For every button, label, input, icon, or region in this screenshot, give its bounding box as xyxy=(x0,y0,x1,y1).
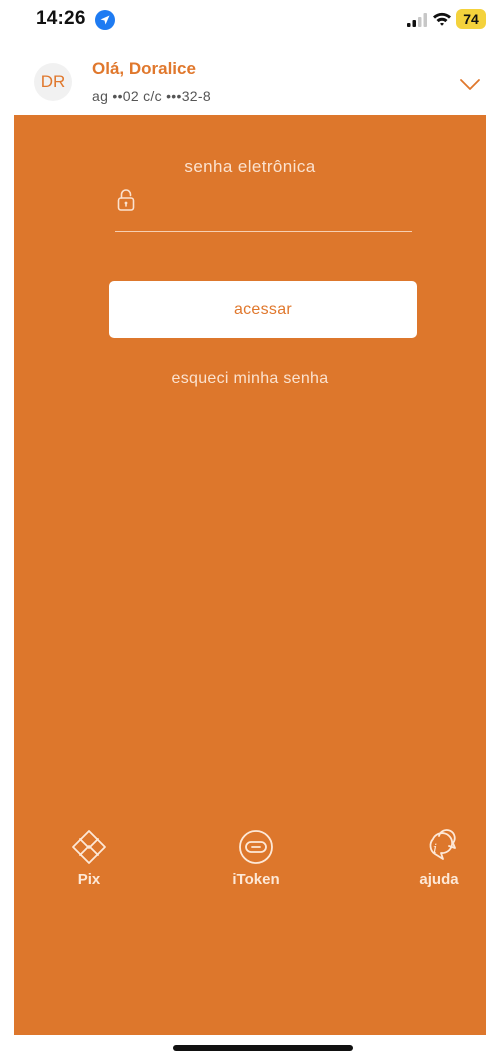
token-icon xyxy=(239,830,273,864)
chat-help-icon: i xyxy=(429,829,456,860)
chevron-down-icon[interactable] xyxy=(459,78,481,92)
itoken-button[interactable]: iToken xyxy=(211,829,301,888)
pix-icon xyxy=(72,830,106,864)
access-button[interactable]: acessar xyxy=(109,281,417,338)
avatar: DR xyxy=(34,63,72,101)
pix-label: Pix xyxy=(77,871,101,888)
account-details: ag ••02 c/c •••32-8 xyxy=(92,88,211,104)
home-indicator xyxy=(173,1045,353,1051)
status-time: 14:26 xyxy=(36,8,86,29)
svg-text:i: i xyxy=(433,842,437,857)
lock-icon xyxy=(117,189,135,211)
account-header[interactable]: DR Olá, Doralice ag ••02 c/c •••32-8 xyxy=(0,50,495,115)
greeting-text: Olá, Doralice xyxy=(92,59,196,78)
pix-button[interactable]: Pix xyxy=(44,829,134,888)
password-input[interactable] xyxy=(144,189,413,221)
itoken-label: iToken xyxy=(232,871,280,888)
login-panel: senha eletrônica acessar esqueci minha s… xyxy=(14,115,486,1035)
password-input-underline xyxy=(115,231,412,232)
signal-icon xyxy=(407,13,427,27)
help-button[interactable]: i ajuda xyxy=(394,829,484,888)
wifi-icon xyxy=(433,12,451,26)
screen: 14:26 74 DR Olá, Doralice ag ••02 c/c ••… xyxy=(0,0,495,1062)
forgot-password-link[interactable]: esqueci minha senha xyxy=(14,370,486,388)
location-arrow-icon xyxy=(95,10,115,30)
help-label: ajuda xyxy=(419,871,459,888)
battery-indicator: 74 xyxy=(456,9,486,29)
password-label: senha eletrônica xyxy=(184,157,316,176)
status-bar: 14:26 74 xyxy=(0,0,495,44)
